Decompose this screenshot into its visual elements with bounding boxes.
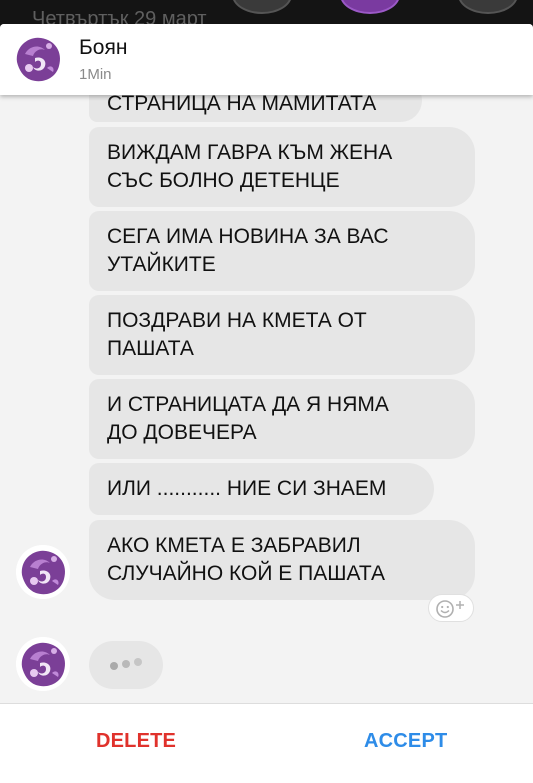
background-avatar [340,0,400,14]
background-avatar [232,0,292,14]
message-line: АКО КМЕТА Е ЗАБРАВИЛ [107,534,361,557]
typing-dot [110,662,118,670]
typing-dot [134,658,142,666]
message-line: СЪС БОЛНО ДЕТЕНЦЕ [107,169,340,192]
message-bubble: И СТРАНИЦАТА ДА Я НЯМА ДО ДОВЕЧЕРА [89,379,475,459]
message-bubble: ВИЖДАМ ГАВРА КЪМ ЖЕНА СЪС БОЛНО ДЕТЕНЦЕ [89,127,475,207]
accept-button[interactable]: ACCEPT [364,730,447,753]
contact-name: Боян [79,36,128,59]
message-bubble: ПОЗДРАВИ НА КМЕТА ОТ ПАШАТА [89,295,475,375]
contact-avatar[interactable] [11,32,65,86]
message-line: ПАШАТА [107,337,194,360]
message-bubble: ИЛИ ........... НИЕ СИ ЗНАЕМ [89,463,434,515]
message-line: ВИЖДАМ ГАВРА КЪМ ЖЕНА [107,141,393,164]
message-line: СЕГА ИМА НОВИНА ЗА ВАС [107,225,389,248]
dialog-header: Боян 1Min [0,24,533,95]
message-line: И СТРАНИЦАТА ДА Я НЯМА [107,393,389,416]
message-request-dialog: Боян 1Min СТРАНИЦА НА МАМИТАТА ВИЖДАМ ГА… [0,24,533,783]
delete-button[interactable]: DELETE [96,730,176,753]
sender-avatar[interactable] [16,545,70,599]
message-time: 1Min [79,66,112,83]
message-line: ДО ДОВЕЧЕРА [107,421,257,444]
message-line: ИЛИ ........... НИЕ СИ ЗНАЕМ [107,477,387,500]
request-actions: DELETE ACCEPT [0,703,533,783]
message-bubble: СЕГА ИМА НОВИНА ЗА ВАС УТАЙКИТЕ [89,211,475,291]
conversation-area[interactable]: СТРАНИЦА НА МАМИТАТА ВИЖДАМ ГАВРА КЪМ ЖЕ… [0,95,533,703]
message-line: ПОЗДРАВИ НА КМЕТА ОТ [107,309,367,332]
message-line: УТАЙКИТЕ [107,253,216,276]
message-line: СЛУЧАЙНО КОЙ Е ПАШАТА [107,562,385,585]
message-bubble: СТРАНИЦА НА МАМИТАТА [89,95,422,122]
message-line: СТРАНИЦА НА МАМИТАТА [107,95,377,115]
typing-dot [122,660,130,668]
smiley-plus-icon [436,600,464,618]
background-avatar [458,0,518,14]
typing-sender-avatar[interactable] [16,637,70,691]
add-reaction-button[interactable] [428,594,474,622]
message-bubble: АКО КМЕТА Е ЗАБРАВИЛ СЛУЧАЙНО КОЙ Е ПАША… [89,520,475,600]
typing-indicator [89,641,163,689]
